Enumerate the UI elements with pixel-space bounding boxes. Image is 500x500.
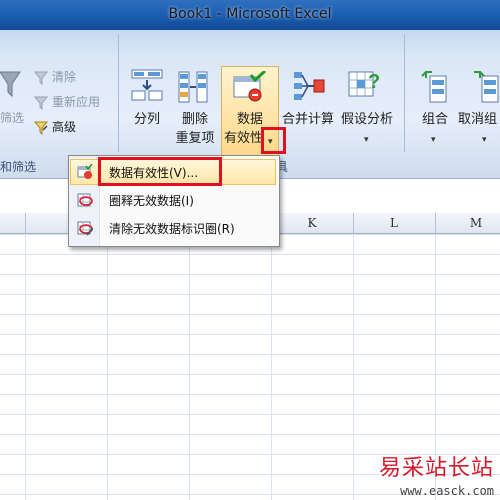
clear-button[interactable]: 清除: [34, 67, 76, 87]
watermark-site-name: 易采站长站: [378, 456, 494, 481]
consolidate-icon: [294, 72, 325, 100]
highlight-dropdown-arrow: [261, 127, 286, 154]
window-title: Book1 - Microsoft Excel: [168, 6, 332, 22]
watermark-url: www.easck.com: [400, 484, 494, 498]
text-to-columns-button[interactable]: 分列: [130, 110, 164, 129]
filter-icon[interactable]: [0, 70, 22, 100]
data-validation-icon: [233, 71, 267, 102]
group-separator: [118, 34, 119, 152]
group-button[interactable]: 组合: [415, 110, 455, 129]
group-icon: [421, 71, 447, 103]
ungroup-dropdown-arrow[interactable]: ▾: [482, 135, 487, 145]
ungroup-icon: [474, 71, 499, 103]
title-bar: Book1 - Microsoft Excel: [0, 0, 500, 30]
column-header-m[interactable]: M: [435, 213, 500, 233]
circle-invalid-icon: [77, 193, 93, 207]
column-header-l[interactable]: L: [353, 213, 436, 233]
menu-item-circle-invalid-data[interactable]: 圈释无效数据(I): [71, 188, 275, 212]
sort-filter-group-label: 和筛选: [0, 160, 37, 174]
group-dropdown-arrow[interactable]: ▾: [431, 135, 436, 145]
group-separator: [404, 34, 405, 152]
select-all-corner[interactable]: [0, 213, 26, 233]
advanced-label: 高级: [52, 120, 77, 134]
what-if-analysis-icon: ?: [348, 71, 380, 97]
highlight-data-validation-item: [98, 157, 222, 186]
clear-filter-icon: [34, 71, 48, 85]
what-if-dropdown-arrow[interactable]: ▾: [364, 135, 369, 145]
ungroup-button[interactable]: 取消组: [458, 110, 500, 129]
menu-item-label: 圈释无效数据(I): [109, 194, 194, 208]
clear-label: 清除: [52, 70, 77, 84]
column-header-k[interactable]: K: [271, 213, 354, 233]
remove-duplicates-line2: 重复项: [175, 131, 215, 146]
reapply-icon: [34, 96, 48, 110]
remove-duplicates-icon: [178, 71, 208, 103]
menu-item-clear-validation-circles[interactable]: 清除无效数据标识圈(R): [71, 216, 275, 240]
text-to-columns-icon: [131, 69, 163, 101]
clear-circles-icon: [77, 221, 93, 236]
svg-text:?: ?: [368, 71, 380, 93]
reapply-label: 重新应用: [52, 95, 101, 109]
consolidate-button[interactable]: 合并计算: [280, 110, 336, 129]
advanced-filter-icon: [34, 121, 48, 135]
watermark: 易采站长站 www.easck.com: [379, 450, 494, 498]
data-validation-icon: [77, 164, 93, 179]
reapply-button[interactable]: 重新应用: [34, 92, 100, 112]
menu-item-label: 清除无效数据标识圈(R): [109, 222, 235, 236]
remove-duplicates-line1: 删除: [181, 112, 208, 127]
filter-button[interactable]: 筛选: [0, 108, 24, 128]
what-if-analysis-button[interactable]: 假设分析: [338, 110, 396, 129]
advanced-filter-button[interactable]: 高级: [34, 117, 76, 137]
filter-label: 筛选: [0, 111, 25, 125]
remove-duplicates-button[interactable]: 删除 重复项: [170, 110, 220, 148]
